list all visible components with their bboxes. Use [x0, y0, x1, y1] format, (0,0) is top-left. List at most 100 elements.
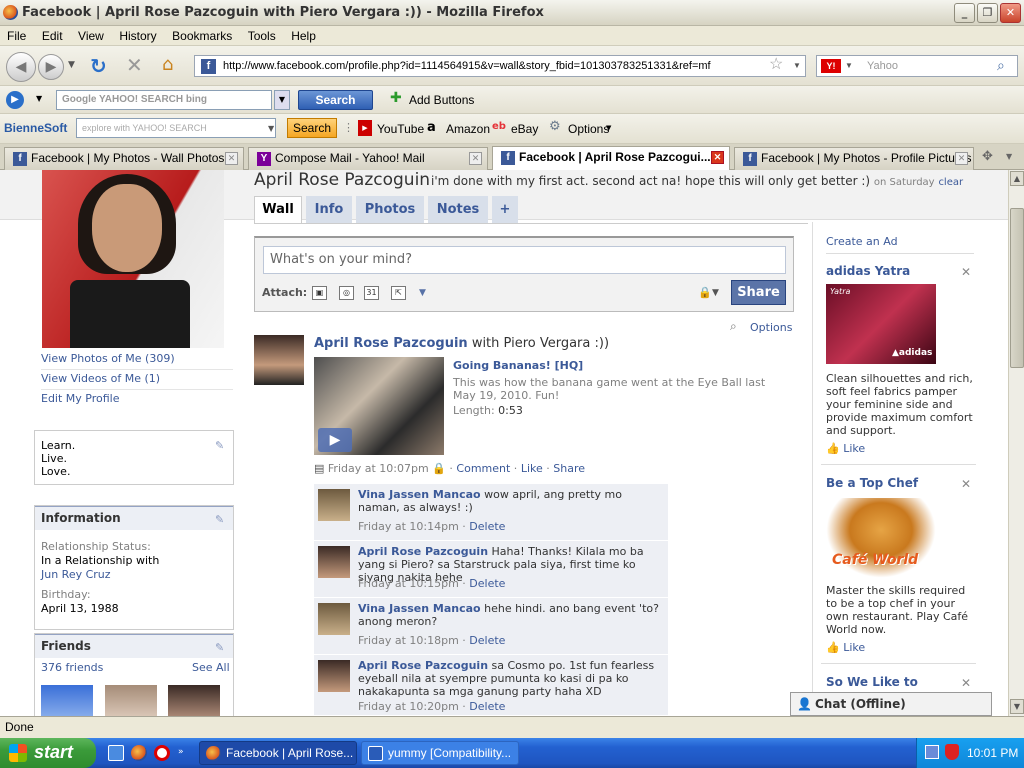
minimize-button[interactable]: _ [954, 3, 975, 23]
firefox-quicklaunch-icon[interactable] [131, 745, 147, 761]
home-icon[interactable]: ⌂ [162, 54, 173, 75]
post-author-avatar[interactable] [254, 335, 304, 385]
attach-link-icon[interactable]: ⇱ [391, 286, 406, 300]
explore-dropdown-icon[interactable]: ▼ [268, 124, 274, 133]
friend-thumbnail[interactable] [41, 685, 93, 716]
post-time[interactable]: Friday at 10:07pm [328, 462, 429, 475]
multi-search-input[interactable]: Google YAHOO! SEARCH bing [56, 90, 272, 110]
partner-link[interactable]: Jun Rey Cruz [41, 568, 227, 582]
menu-view[interactable]: View [71, 26, 104, 43]
see-all-friends-link[interactable]: See All [192, 661, 230, 674]
toolbar-search-button[interactable]: Search [298, 90, 373, 110]
video-thumbnail[interactable]: ▶ [314, 357, 444, 455]
tab-yahoo-mail[interactable]: Y Compose Mail - Yahoo! Mail ✕ [248, 147, 488, 170]
ad-title-adidas[interactable]: adidas Yatra [826, 264, 910, 278]
attach-photo-icon[interactable]: ▣ [312, 286, 327, 300]
video-play-icon[interactable]: ▶ [318, 428, 352, 452]
ad-image-cafe-world[interactable]: Café World [826, 498, 936, 578]
view-videos-link[interactable]: View Videos of Me (1) [41, 370, 233, 390]
ad-title-so-we-like[interactable]: So We Like to [826, 675, 918, 689]
tab-april-rose-active[interactable]: f Facebook | April Rose Pazcogui... ✕ [492, 146, 730, 171]
list-all-tabs-icon[interactable]: ✥ [982, 149, 993, 164]
view-photos-link[interactable]: View Photos of Me (309) [41, 350, 233, 370]
commenter-name-link[interactable]: April Rose Pazcoguin [358, 659, 488, 672]
ad-title-cafe-world[interactable]: Be a Top Chef [826, 476, 918, 490]
close-window-button[interactable]: ✕ [1000, 3, 1021, 23]
commenter-name-link[interactable]: April Rose Pazcoguin [358, 545, 488, 558]
yahoo-search-input[interactable]: Y! ▼ Yahoo ⌕ [816, 55, 1018, 77]
show-desktop-icon[interactable] [108, 745, 124, 761]
profile-tab-info[interactable]: Info [306, 196, 352, 224]
friends-count-link[interactable]: 376 friends [41, 661, 103, 674]
ad-like[interactable]: 👍 Like [826, 442, 865, 455]
plus-icon[interactable]: ✚ [390, 90, 402, 106]
profile-tab-add[interactable]: + [492, 196, 518, 224]
tab-wall-photos[interactable]: f Facebook | My Photos - Wall Photos ✕ [4, 147, 244, 170]
ad-like[interactable]: 👍 Like [826, 641, 865, 654]
menu-help[interactable]: Help [284, 26, 316, 43]
stop-icon[interactable]: ✕ [126, 53, 143, 77]
tab-close-icon[interactable]: ✕ [225, 152, 238, 165]
create-ad-link[interactable]: Create an Ad [826, 235, 898, 248]
yahoo-explore-input[interactable]: explore with YAHOO! SEARCH [76, 118, 276, 138]
reload-icon[interactable]: ↻ [90, 54, 107, 78]
start-button[interactable]: start [0, 738, 96, 768]
menu-bookmarks[interactable]: Bookmarks [165, 26, 232, 43]
options-dropdown-icon[interactable]: ▼ [606, 124, 611, 132]
profile-tab-wall[interactable]: Wall [254, 196, 302, 224]
commenter-avatar[interactable] [318, 489, 350, 521]
commenter-name-link[interactable]: Vina Jassen Mancao [358, 602, 481, 615]
edit-information-pencil-icon[interactable]: ✎ [215, 513, 225, 526]
privacy-lock-icon[interactable]: 🔒 [698, 286, 712, 299]
share-link[interactable]: Share [553, 462, 585, 475]
yahoo-engine-icon[interactable]: Y! [821, 59, 841, 73]
attach-event-icon[interactable]: 31 [364, 286, 379, 300]
engine-dropdown-icon[interactable]: ▼ [845, 56, 853, 76]
scroll-thumb[interactable] [1010, 208, 1024, 368]
amazon-link[interactable]: Amazon [446, 122, 490, 136]
taskbar-firefox-window[interactable]: Facebook | April Rose... [199, 741, 357, 765]
profile-tab-notes[interactable]: Notes [428, 196, 488, 224]
ebay-link[interactable]: eBay [511, 122, 538, 136]
attach-video-icon[interactable]: ◎ [339, 286, 354, 300]
attach-more-dropdown-icon[interactable]: ▼ [419, 288, 426, 298]
like-link[interactable]: Like [521, 462, 543, 475]
tab-profile-pictures[interactable]: f Facebook | My Photos - Profile Picture… [734, 147, 974, 170]
toolbar-options-button[interactable]: Options [568, 122, 609, 136]
friend-thumbnail[interactable] [168, 685, 220, 716]
delete-comment-link[interactable]: Delete [469, 634, 505, 647]
commenter-avatar[interactable] [318, 546, 350, 578]
delete-comment-link[interactable]: Delete [469, 577, 505, 590]
status-update-input[interactable]: What's on your mind? [263, 246, 786, 274]
magnifier-icon[interactable]: ⌕ [997, 55, 1005, 75]
youtube-link[interactable]: YouTube [377, 122, 424, 136]
ad-image-adidas[interactable]: Yatra ▲adidas [826, 284, 936, 364]
wall-options-link[interactable]: Options [750, 321, 792, 334]
toolbar-logo-icon[interactable]: ▶ [6, 91, 24, 109]
ad-close-icon[interactable]: ✕ [961, 265, 971, 279]
back-button[interactable]: ◀ [6, 52, 36, 82]
comment-link[interactable]: Comment [456, 462, 510, 475]
edit-friends-pencil-icon[interactable]: ✎ [215, 641, 225, 654]
toolbar-dropdown-icon[interactable]: ▼ [36, 94, 42, 103]
biennesoft-brand[interactable]: BienneSoft [4, 121, 67, 135]
bookmark-star-icon[interactable]: ☆ [769, 55, 783, 75]
history-dropdown-icon[interactable]: ▼ [68, 60, 75, 70]
ad-close-icon[interactable]: ✕ [961, 676, 971, 690]
privacy-dropdown-icon[interactable]: ▼ [712, 288, 719, 298]
tabs-dropdown-icon[interactable]: ▼ [1006, 152, 1012, 161]
multi-search-dropdown-icon[interactable]: ▼ [274, 90, 290, 110]
network-tray-icon[interactable] [925, 745, 939, 759]
tab-close-icon[interactable]: ✕ [469, 152, 482, 165]
post-author-link[interactable]: April Rose Pazcoguin [314, 336, 468, 351]
delete-comment-link[interactable]: Delete [469, 520, 505, 533]
edit-profile-link[interactable]: Edit My Profile [41, 390, 233, 410]
menu-file[interactable]: File [0, 26, 26, 43]
yahoo-search-button[interactable]: Search [287, 118, 337, 138]
menu-history[interactable]: History [112, 26, 156, 43]
url-bar[interactable]: f http://www.facebook.com/profile.php?id… [194, 55, 806, 77]
forward-button[interactable]: ▶ [38, 54, 64, 80]
commenter-avatar[interactable] [318, 603, 350, 635]
chat-bar[interactable]: 👤 Chat (Offline) [790, 692, 992, 716]
tab-close-icon[interactable]: ✕ [955, 152, 968, 165]
